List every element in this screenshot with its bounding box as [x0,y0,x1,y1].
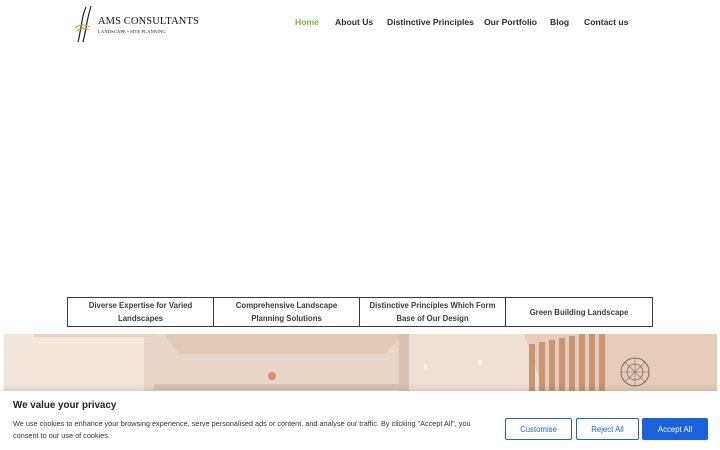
site-header: AMS CONSULTANTS LANDSCAPE • SITE PLANNIN… [0,0,720,46]
feature-tabs: Diverse Expertise for Varied Landscapes … [67,297,653,327]
cookie-title: We value your privacy [13,400,117,411]
cookie-description: We use cookies to enhance your browsing … [13,419,471,440]
nav-item-home[interactable]: Home [295,17,319,27]
nav-item-about-us[interactable]: About Us [335,17,373,27]
reject-all-button[interactable]: Reject All [576,418,639,440]
nav-item-contact-us[interactable]: Contact us [584,17,628,27]
main-nav: Home About Us Distinctive Principles Our… [0,17,720,31]
nav-item-blog[interactable]: Blog [550,17,569,27]
tab-distinctive-principles[interactable]: Distinctive Principles Which Form Base o… [359,297,506,327]
nav-item-distinctive-principles[interactable]: Distinctive Principles [387,17,474,27]
accept-all-button[interactable]: Accept All [642,418,708,440]
tab-green-building[interactable]: Green Building Landscape [505,297,653,327]
tab-diverse-expertise[interactable]: Diverse Expertise for Varied Landscapes [67,297,214,327]
nav-item-our-portfolio[interactable]: Our Portfolio [484,17,537,27]
customise-button[interactable]: Customise [505,418,572,440]
tab-comprehensive-planning[interactable]: Comprehensive Landscape Planning Solutio… [213,297,360,327]
